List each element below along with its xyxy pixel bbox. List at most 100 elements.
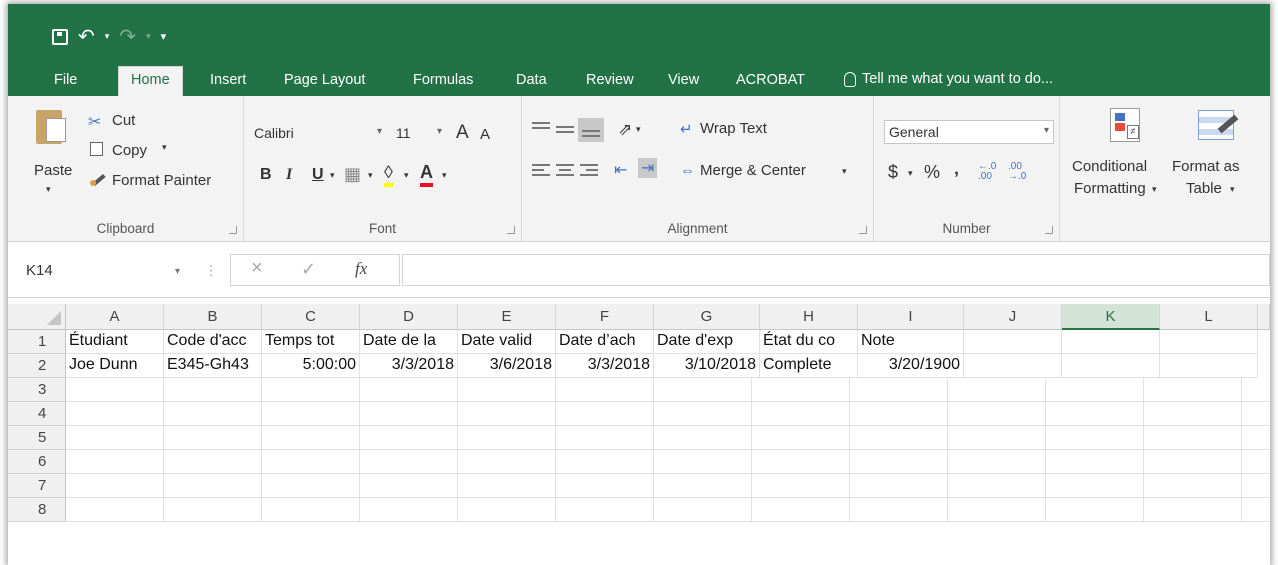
cell-e1[interactable]: Date valid — [458, 330, 556, 354]
increase-decimal-button[interactable]: ←.0 .00 — [978, 162, 1000, 182]
column-header-j[interactable]: J — [964, 304, 1062, 330]
italic-button[interactable]: I — [286, 166, 292, 184]
row-header-3[interactable]: 3 — [8, 378, 66, 402]
cell-h2[interactable]: Complete — [760, 354, 858, 378]
row-header-6[interactable]: 6 — [8, 450, 66, 474]
redo-icon[interactable]: ↷ — [119, 24, 136, 49]
tab-page-layout[interactable]: Page Layout — [284, 72, 365, 88]
cell-j2[interactable] — [964, 354, 1062, 378]
conditional-dropdown-icon[interactable]: ▾ — [1152, 184, 1157, 195]
paste-icon[interactable] — [36, 110, 66, 144]
paste-button[interactable]: Paste — [34, 162, 72, 179]
cell-b2[interactable]: E345-Gh43 — [164, 354, 262, 378]
font-size-select[interactable]: 11 ▾ — [392, 122, 446, 146]
column-header-g[interactable]: G — [654, 304, 760, 330]
cell-a2[interactable]: Joe Dunn — [66, 354, 164, 378]
column-header-b[interactable]: B — [164, 304, 262, 330]
insert-function-icon[interactable]: fx — [355, 259, 367, 279]
grow-font-button[interactable]: A — [456, 122, 469, 144]
cell-c2[interactable]: 5:00:00 — [262, 354, 360, 378]
empty-rows-area[interactable] — [66, 378, 1270, 522]
format-as-table-line1[interactable]: Format as — [1172, 158, 1240, 175]
align-left-icon[interactable] — [532, 162, 550, 180]
orientation-icon[interactable]: ⇗ — [618, 120, 632, 140]
copy-button[interactable]: Copy — [112, 142, 147, 159]
tab-home[interactable]: Home — [118, 66, 183, 96]
merge-center-button[interactable]: Merge & Center — [700, 162, 806, 179]
comma-button[interactable]: ‚ — [954, 158, 959, 179]
column-header-f[interactable]: F — [556, 304, 654, 330]
column-header-c[interactable]: C — [262, 304, 360, 330]
row-header-7[interactable]: 7 — [8, 474, 66, 498]
underline-button[interactable]: U — [312, 166, 324, 184]
row-header-1[interactable]: 1 — [8, 330, 66, 354]
font-launcher-icon[interactable] — [507, 226, 515, 234]
tab-view[interactable]: View — [668, 72, 699, 88]
tab-formulas[interactable]: Formulas — [413, 72, 473, 88]
font-name-select[interactable]: Calibri ▾ — [250, 122, 386, 146]
cell-f1[interactable]: Date d’ach — [556, 330, 654, 354]
tab-insert[interactable]: Insert — [210, 72, 246, 88]
shrink-font-button[interactable]: A — [480, 126, 490, 143]
cell-d2[interactable]: 3/3/2018 — [360, 354, 458, 378]
tab-acrobat[interactable]: ACROBAT — [736, 72, 805, 88]
tab-data[interactable]: Data — [516, 72, 547, 88]
alignment-launcher-icon[interactable] — [859, 226, 867, 234]
column-header-l[interactable]: L — [1160, 304, 1258, 330]
fill-color-icon[interactable]: ◊ — [384, 162, 393, 187]
column-header-d[interactable]: D — [360, 304, 458, 330]
cell-d1[interactable]: Date de la — [360, 330, 458, 354]
cell-b1[interactable]: Code d'acc — [164, 330, 262, 354]
formula-input[interactable] — [402, 254, 1270, 286]
merge-dropdown-icon[interactable]: ▾ — [842, 166, 847, 177]
cell-l2[interactable] — [1160, 354, 1258, 378]
column-header-h[interactable]: H — [760, 304, 858, 330]
enter-icon[interactable]: ✓ — [301, 259, 316, 280]
tab-review[interactable]: Review — [586, 72, 634, 88]
underline-dropdown-icon[interactable]: ▾ — [330, 170, 335, 181]
conditional-formatting-line1[interactable]: Conditional — [1072, 158, 1147, 175]
column-header-k[interactable]: K — [1062, 304, 1160, 330]
save-icon[interactable] — [52, 28, 68, 45]
cell-g2[interactable]: 3/10/2018 — [654, 354, 760, 378]
align-center-icon[interactable] — [556, 162, 574, 180]
format-as-table-line2[interactable]: Table — [1186, 180, 1222, 197]
row-header-8[interactable]: 8 — [8, 498, 66, 522]
row-header-2[interactable]: 2 — [8, 354, 66, 378]
number-launcher-icon[interactable] — [1045, 226, 1053, 234]
cell-i2[interactable]: 3/20/1900 — [858, 354, 964, 378]
row-header-5[interactable]: 5 — [8, 426, 66, 450]
clipboard-launcher-icon[interactable] — [229, 226, 237, 234]
column-header-m[interactable] — [1258, 304, 1270, 330]
redo-dropdown-icon[interactable]: ▾ — [146, 31, 151, 42]
currency-dropdown-icon[interactable]: ▾ — [908, 168, 913, 179]
increase-indent-icon[interactable]: ⇥ — [638, 158, 658, 178]
cell-f2[interactable]: 3/3/2018 — [556, 354, 654, 378]
currency-button[interactable]: $ — [888, 162, 898, 183]
cell-k2[interactable] — [1062, 354, 1160, 378]
tell-me-search[interactable]: Tell me what you want to do... — [844, 71, 1053, 87]
align-top-icon[interactable] — [532, 122, 550, 136]
cell-c1[interactable]: Temps tot — [262, 330, 360, 354]
column-header-e[interactable]: E — [458, 304, 556, 330]
orientation-dropdown-icon[interactable]: ▾ — [636, 124, 641, 135]
cell-j1[interactable] — [964, 330, 1062, 354]
cell-e2[interactable]: 3/6/2018 — [458, 354, 556, 378]
undo-icon[interactable]: ↶ — [78, 24, 95, 49]
format-painter-button[interactable]: Format Painter — [112, 172, 211, 189]
font-color-icon[interactable]: A — [420, 162, 433, 187]
tab-file[interactable]: File — [54, 72, 77, 88]
conditional-formatting-line2[interactable]: Formatting — [1074, 180, 1146, 197]
font-color-dropdown-icon[interactable]: ▾ — [442, 170, 447, 181]
cell-l1[interactable] — [1160, 330, 1258, 354]
bold-button[interactable]: B — [260, 166, 272, 184]
fill-color-dropdown-icon[interactable]: ▾ — [404, 170, 409, 181]
table-dropdown-icon[interactable]: ▾ — [1230, 184, 1235, 195]
cell-a1[interactable]: Étudiant — [66, 330, 164, 354]
cut-button[interactable]: Cut — [112, 112, 135, 129]
borders-dropdown-icon[interactable]: ▾ — [368, 170, 373, 181]
align-bottom-icon[interactable] — [578, 118, 604, 142]
column-header-i[interactable]: I — [858, 304, 964, 330]
number-format-select[interactable]: General ▾ — [884, 120, 1054, 144]
customize-qat-icon[interactable]: ▾ — [161, 30, 167, 43]
